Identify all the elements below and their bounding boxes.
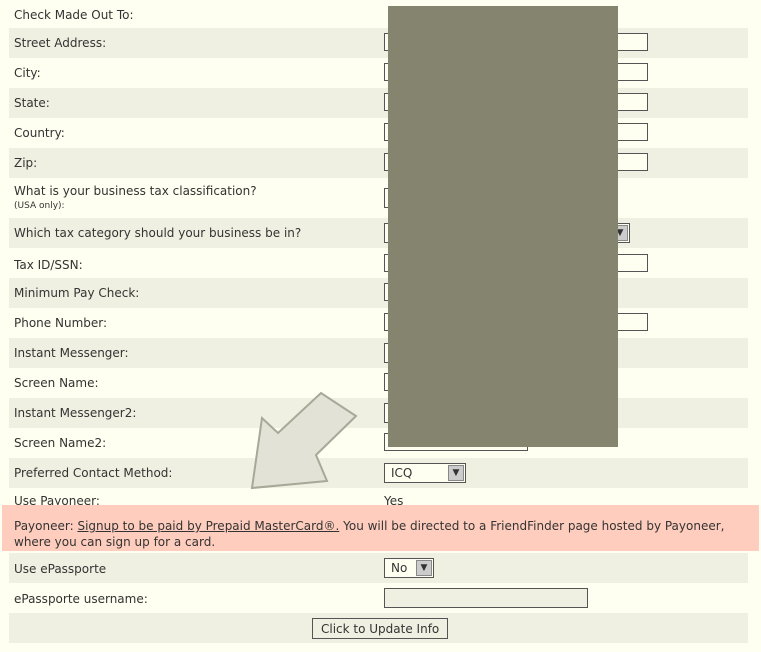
label: ePassporte username:: [14, 592, 148, 606]
payoneer-text: Payoneer: Signup to be paid by Prepaid M…: [14, 518, 749, 550]
epassporte-username-input[interactable]: [384, 588, 588, 608]
payoneer-signup-link[interactable]: Signup to be paid by Prepaid MasterCard®…: [77, 519, 339, 533]
payoneer-notice: Payoneer: Signup to be paid by Prepaid M…: [2, 505, 759, 551]
epassporte-select[interactable]: No ▼: [384, 558, 434, 578]
chevron-down-icon[interactable]: ▼: [416, 560, 432, 576]
row-epassporte-username: ePassporte username:: [9, 583, 748, 613]
arrow-shape: [250, 391, 358, 490]
update-info-button[interactable]: Click to Update Info: [312, 618, 449, 639]
payoneer-prefix: Payoneer:: [14, 519, 78, 533]
row-use-epassporte: Use ePassporte No ▼: [9, 553, 748, 583]
select-value: No: [391, 561, 408, 575]
label: Use ePassporte: [14, 562, 107, 576]
